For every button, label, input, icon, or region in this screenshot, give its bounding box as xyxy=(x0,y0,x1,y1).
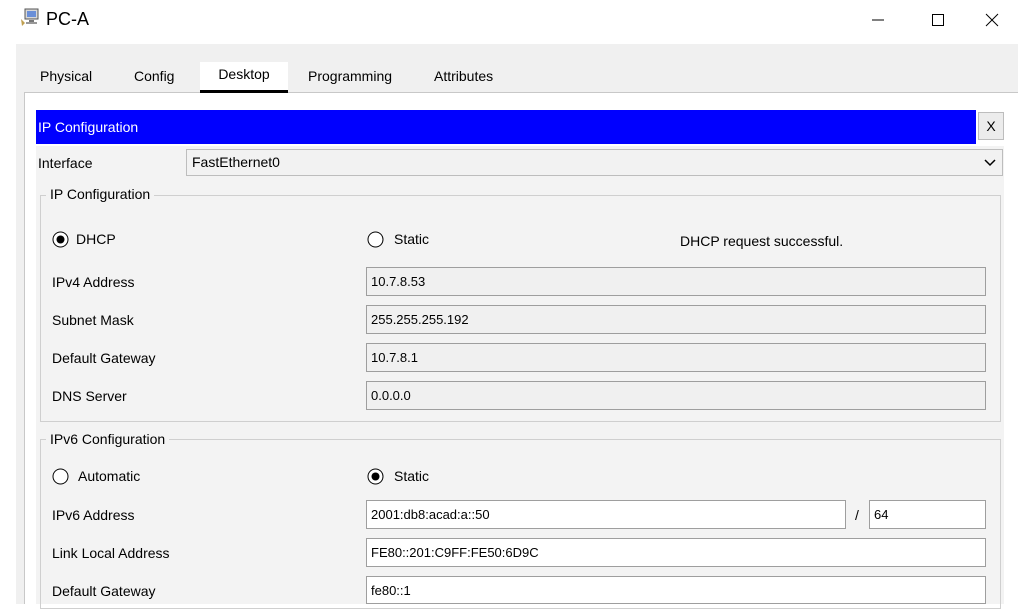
ipv6-default-gateway-field[interactable]: fe80::1 xyxy=(366,576,986,604)
ipv6-address-field[interactable]: 2001:db8:acad:a::50 xyxy=(366,500,846,529)
close-window-button[interactable] xyxy=(966,0,1018,40)
dhcp-label: DHCP xyxy=(76,231,116,247)
tab-desktop[interactable]: Desktop xyxy=(200,62,288,93)
default-gateway-label: Default Gateway xyxy=(52,350,156,366)
ipv4-address-field[interactable]: 10.7.8.53 xyxy=(366,267,986,296)
ipv6-default-gateway-label: Default Gateway xyxy=(52,583,156,599)
static-ipv4-radio[interactable] xyxy=(367,231,384,248)
interface-value: FastEthernet0 xyxy=(192,154,280,170)
subnet-mask-label: Subnet Mask xyxy=(52,312,134,328)
tab-attributes[interactable]: Attributes xyxy=(432,64,495,93)
interface-select[interactable]: FastEthernet0 xyxy=(186,149,1003,176)
static-ipv4-label: Static xyxy=(394,231,430,247)
dhcp-radio[interactable] xyxy=(52,231,69,248)
maximize-button[interactable] xyxy=(906,0,970,40)
static-ipv6-radio[interactable] xyxy=(367,468,384,485)
ipv4-address-label: IPv4 Address xyxy=(52,274,135,290)
dns-server-field[interactable]: 0.0.0.0 xyxy=(366,381,986,410)
ipv6-group-legend: IPv6 Configuration xyxy=(46,430,170,448)
dhcp-status: DHCP request successful. xyxy=(680,233,844,249)
ip-config-close-button[interactable]: X xyxy=(978,112,1004,140)
prefix-slash: / xyxy=(855,507,859,523)
dns-server-label: DNS Server xyxy=(52,388,127,404)
tab-physical[interactable]: Physical xyxy=(38,64,94,93)
minimize-icon xyxy=(872,19,884,21)
subnet-mask-field[interactable]: 255.255.255.192 xyxy=(366,305,986,334)
static-ipv6-label: Static xyxy=(394,468,430,484)
ipv6-prefix-field[interactable]: 64 xyxy=(869,500,986,529)
automatic-ipv6-radio[interactable] xyxy=(52,468,69,485)
minimize-button[interactable] xyxy=(846,0,910,40)
tab-programming[interactable]: Programming xyxy=(306,64,394,93)
close-icon xyxy=(985,13,999,27)
interface-label: Interface xyxy=(38,155,93,171)
tab-config[interactable]: Config xyxy=(132,64,176,93)
automatic-ipv6-label: Automatic xyxy=(78,468,141,484)
chevron-down-icon xyxy=(984,159,996,167)
ipv4-group-legend: IP Configuration xyxy=(46,185,155,203)
pc-icon xyxy=(21,8,39,26)
link-local-address-field[interactable]: FE80::201:C9FF:FE50:6D9C xyxy=(366,538,986,567)
ip-config-title-bar: IP Configuration xyxy=(36,110,976,144)
default-gateway-field[interactable]: 10.7.8.1 xyxy=(366,343,986,372)
link-local-address-label: Link Local Address xyxy=(52,545,170,561)
window-title: PC-A xyxy=(46,9,90,29)
maximize-icon xyxy=(932,14,944,26)
ipv6-address-label: IPv6 Address xyxy=(52,507,135,523)
